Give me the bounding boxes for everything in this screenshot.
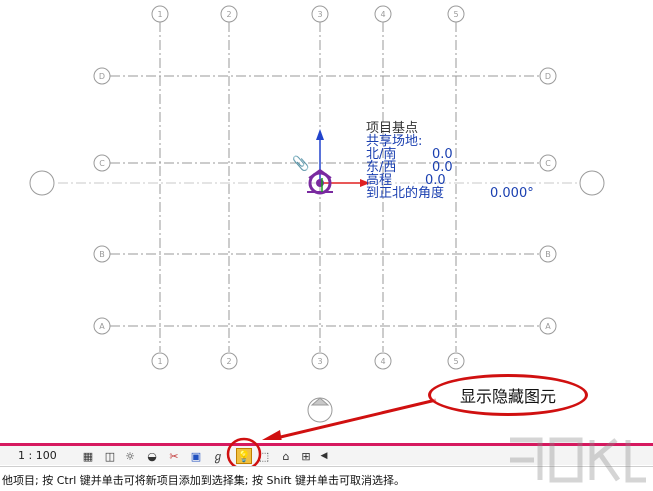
paperclip-icon[interactable]: 📎 (292, 154, 310, 172)
grid-label-bottom-1: 1 (157, 357, 162, 366)
crop-view-icon[interactable]: ✂ (166, 448, 182, 464)
temporary-view-properties-icon[interactable]: ⌂ (278, 448, 294, 464)
project-base-point[interactable] (307, 129, 370, 195)
status-text: 他项目; 按 Ctrl 键并单击可将新项目添加到选择集; 按 Shift 键并单… (2, 474, 405, 487)
grid-label-left-d: D (99, 72, 105, 81)
collapse-arrow-icon[interactable]: ◀ (316, 448, 332, 464)
grid-label-bottom-4: 4 (380, 357, 385, 366)
grid-label-top-5: 5 (453, 10, 458, 19)
grid-label-top-1: 1 (157, 10, 162, 19)
grid-label-top-4: 4 (380, 10, 385, 19)
annotation-arrowhead (262, 430, 282, 440)
annotation-callout-text: 显示隐藏图元 (459, 387, 556, 406)
shadows-icon[interactable]: ◒ (144, 448, 160, 464)
grid-label-left-c: C (99, 159, 105, 168)
show-crop-icon[interactable]: ▣ (188, 448, 204, 464)
grid-label-right-c: C (545, 159, 551, 168)
grid-label-left-a: A (99, 322, 105, 331)
watermark-logo (510, 437, 646, 483)
angle-to-north-label: 到正北的角度 (366, 185, 444, 201)
detail-level-icon[interactable]: ▦ (80, 448, 96, 464)
grid-label-bottom-3: 3 (317, 357, 322, 366)
grid-label-bottom-5: 5 (453, 357, 458, 366)
grid-label-right-b: B (545, 250, 551, 259)
annotation-arrow (267, 398, 437, 440)
grid-label-left-b: B (99, 250, 105, 259)
analytical-model-icon[interactable]: ⊞ (298, 448, 314, 464)
grid-label-top-2: 2 (226, 10, 231, 19)
grid-label-top-3: 3 (317, 10, 322, 19)
annotation-callout: 显示隐藏图元 (428, 374, 588, 416)
drawing-canvas[interactable]: 1 2 3 4 5 1 2 3 4 5 D C B A D C B A 📎 项目… (0, 0, 653, 440)
grid-label-right-a: A (545, 322, 551, 331)
grid-label-right-d: D (545, 72, 551, 81)
angle-to-north-value: 0.000° (490, 186, 534, 201)
sun-path-icon[interactable]: ☼ (122, 448, 138, 464)
grid-label-bottom-2: 2 (226, 357, 231, 366)
view-scale[interactable]: 1 : 100 (18, 449, 57, 462)
visual-style-icon[interactable]: ◫ (102, 448, 118, 464)
